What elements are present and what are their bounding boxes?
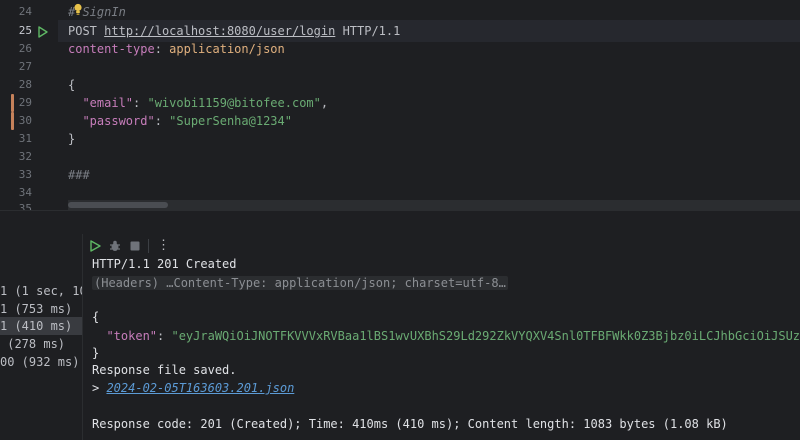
json-key: "token" [106,329,158,343]
code-line-close-brace[interactable]: } [68,128,75,150]
scrollbar-thumb[interactable] [68,202,168,208]
stop-icon[interactable] [128,239,142,253]
token-line: "token": "eyJraWQiOiJNOTFKVVVxRVBaa1lBS1… [92,327,800,345]
editor-horizontal-scrollbar[interactable] [68,200,800,210]
json-sep: : [157,329,172,343]
json-key: "password" [82,114,155,128]
rerun-icon[interactable] [88,239,102,253]
header-value: application/json [169,42,285,56]
line-number: 35 [18,202,32,210]
http-version: HTTP/1.1 [342,24,401,38]
request-history-list[interactable]: 1 (1 sec, 105 1 (753 ms) 1 (410 ms) (278… [0,234,83,440]
history-item[interactable]: 00 (932 ms) [0,353,82,371]
json-value: "SuperSenha@1234" [169,114,292,128]
history-item-selected[interactable]: 1 (410 ms) [0,317,82,335]
json-comma: , [320,96,329,110]
header-name: content-type [68,42,155,56]
change-marker [11,112,14,130]
http-request-editor[interactable]: 24 25 26 27 28 29 30 31 32 33 34 35 # Si… [0,0,800,210]
code-line-separator[interactable]: ### [68,164,90,186]
headers-collapsed[interactable]: (Headers) …Content-Type: application/jso… [92,274,508,292]
json-value: "wivobi1159@bitofee.com" [147,96,321,110]
response-file-link[interactable]: 2024-02-05T163603.201.json [106,381,294,395]
token-value: "eyJraWQiOiJNOTFKVVVxRVBaa1lBS1wvUXBhS29… [171,329,800,343]
response-file-line: > 2024-02-05T163603.201.json [92,379,294,397]
json-close-brace: } [92,346,100,360]
history-item[interactable]: 1 (753 ms) [0,300,82,318]
response-toolbar: ⋮ [84,236,800,256]
json-sep: : [133,96,148,110]
more-options-icon[interactable]: ⋮ [157,236,170,256]
code-line-header[interactable]: content-type: application/json [68,38,285,60]
json-key: "email" [82,96,134,110]
header-colon: : [154,42,170,56]
headers-fold[interactable]: (Headers) …Content-Type: application/jso… [92,276,508,290]
http-method: POST [68,24,97,38]
lightbulb-icon[interactable] [73,3,83,16]
history-item[interactable]: (278 ms) [0,335,82,353]
editor-gutter[interactable]: 24 25 26 27 28 29 30 31 32 33 34 35 [0,0,58,210]
run-request-icon[interactable] [38,26,48,38]
response-summary: Response code: 201 (Created); Time: 410m… [92,417,728,431]
toolbar-divider [148,239,149,253]
file-prefix: > [92,381,107,395]
response-saved-text: Response file saved. [92,363,237,377]
change-marker [11,94,14,112]
history-item[interactable]: 1 (1 sec, 105 [0,282,82,300]
request-url-link[interactable]: http://localhost:8080/user/login [104,24,335,38]
debug-icon[interactable] [108,239,122,253]
status-line: HTTP/1.1 201 Created [92,257,237,271]
json-open-brace: { [92,310,100,324]
response-panel[interactable]: HTTP/1.1 201 Created (Headers) …Content-… [92,255,800,440]
code-line-password[interactable]: "password": "SuperSenha@1234" [68,110,292,132]
json-sep: : [154,114,170,128]
tool-window-header [0,210,800,235]
